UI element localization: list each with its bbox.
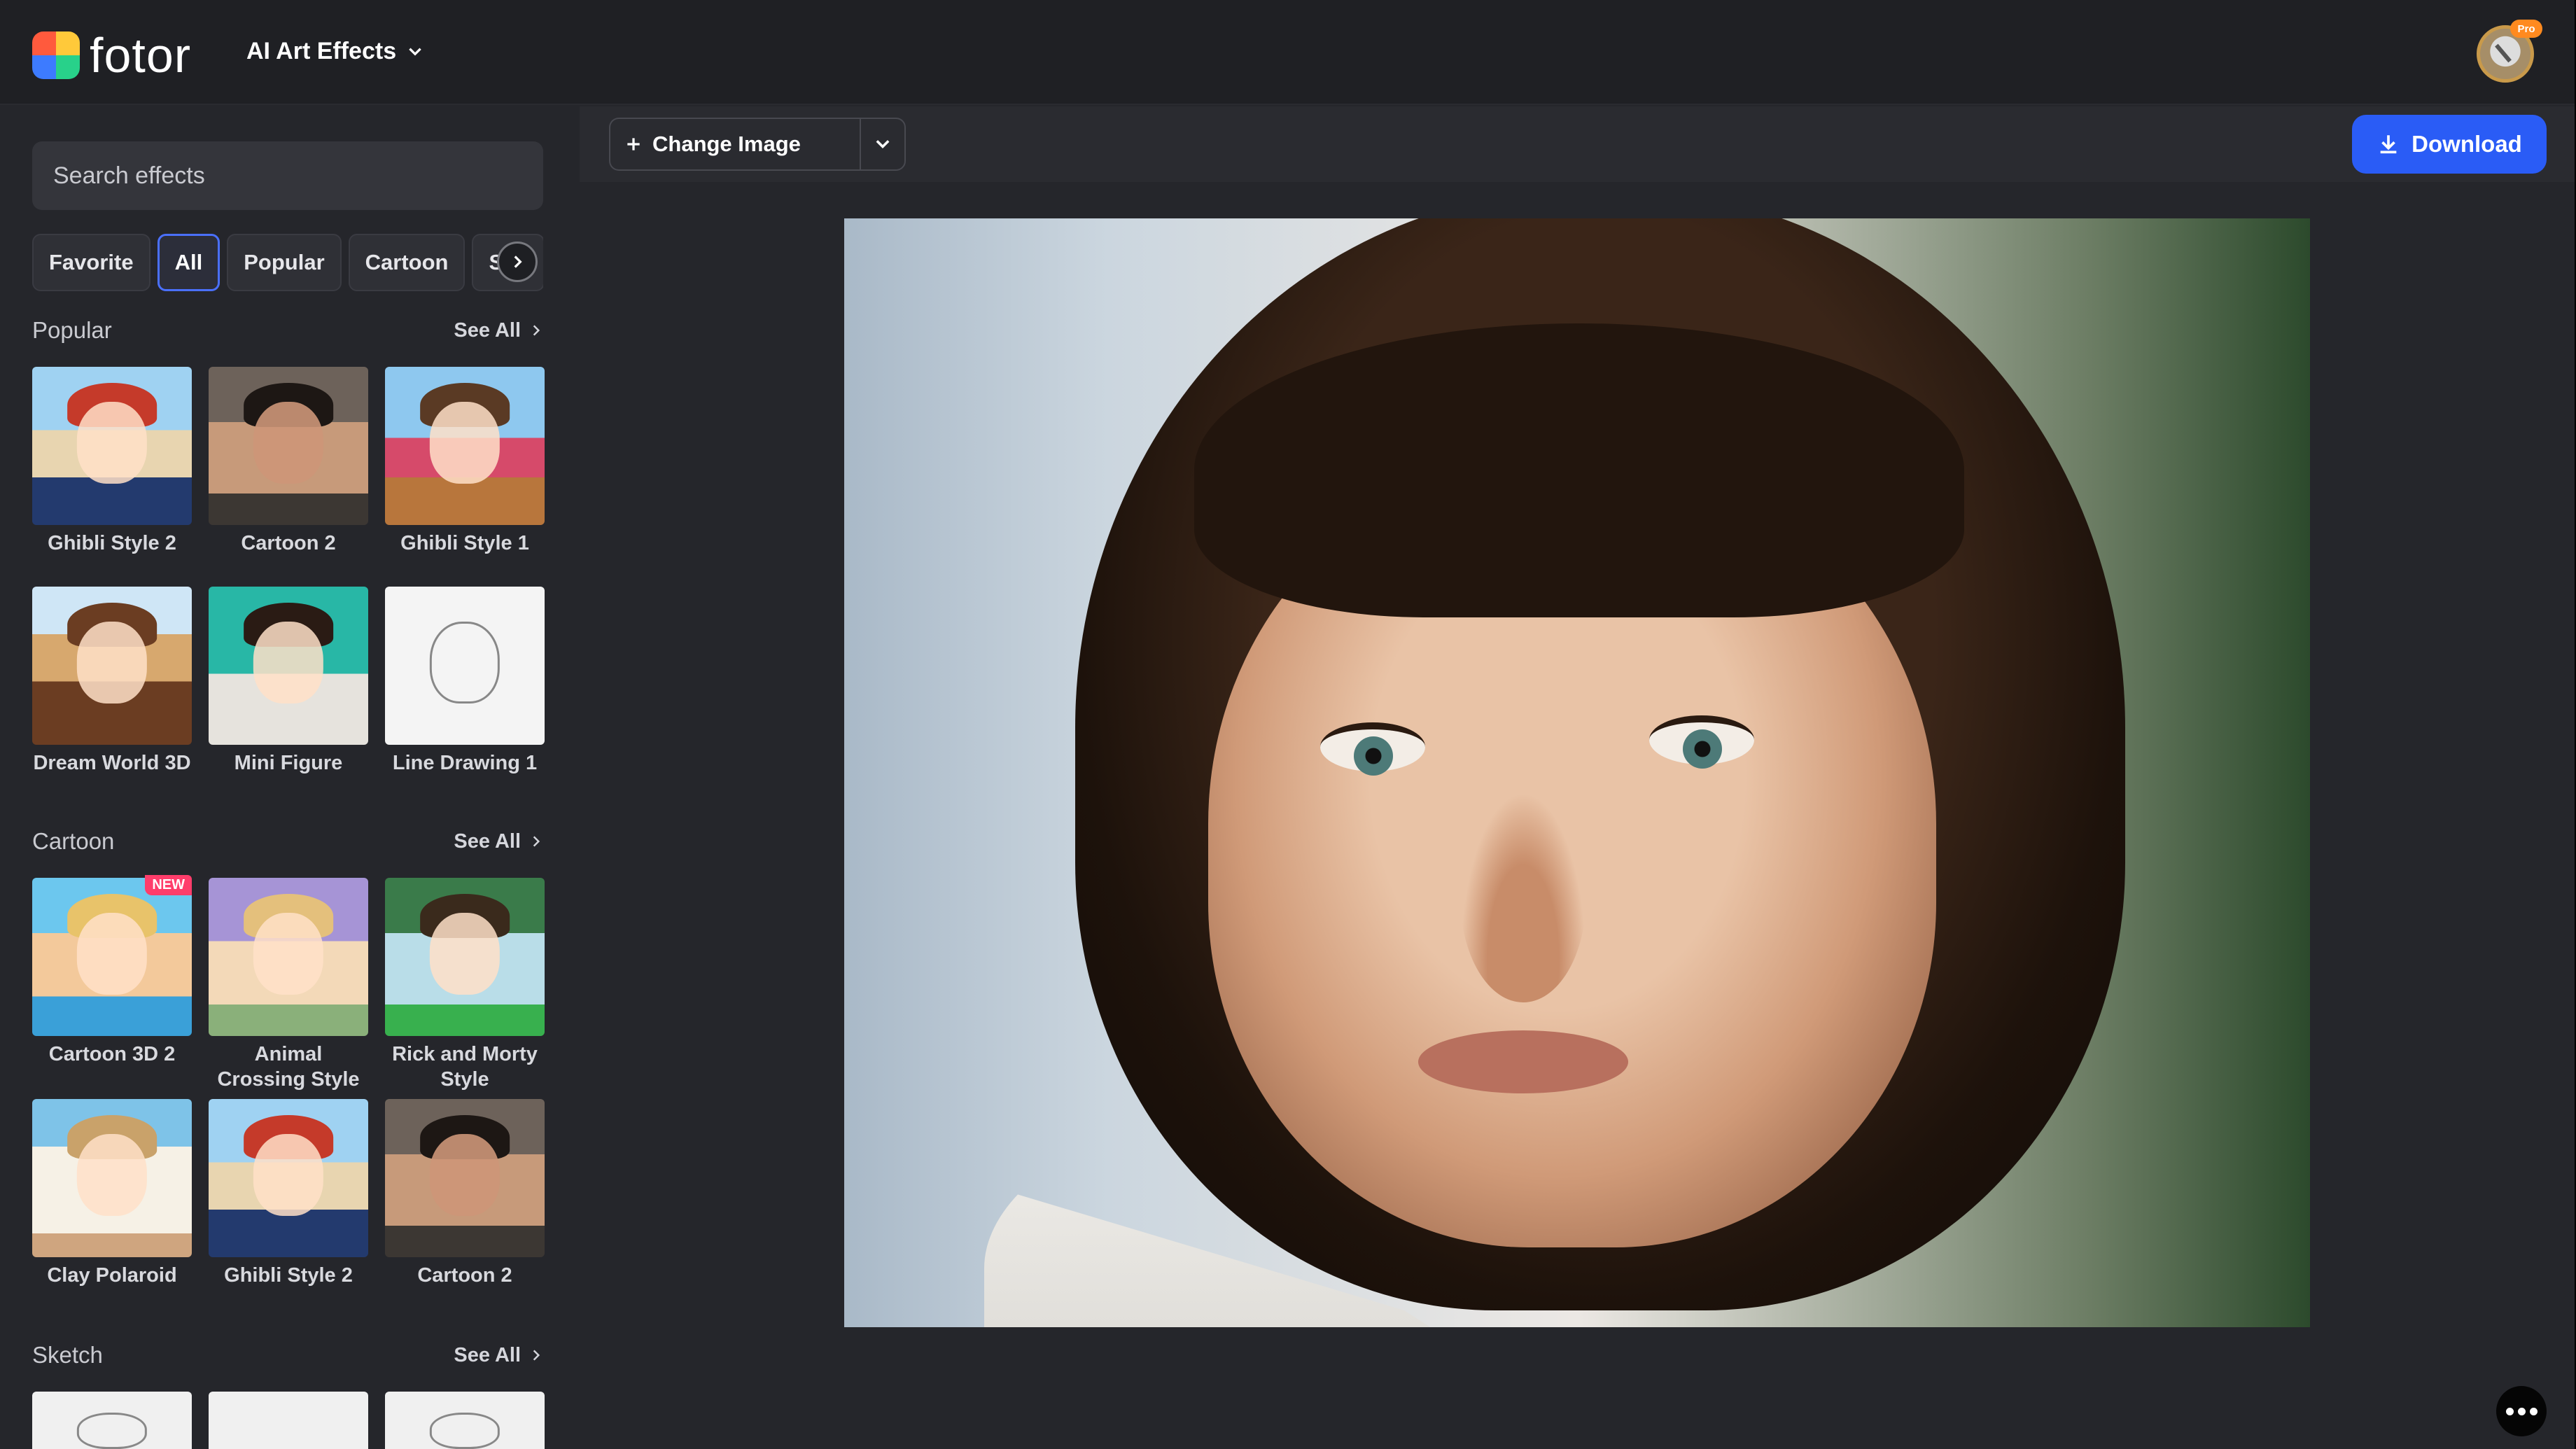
change-image-label: Change Image — [652, 132, 801, 156]
download-label: Download — [2412, 131, 2522, 157]
effect-label: Line Drawing 1 — [392, 752, 538, 774]
see-all-label: See All — [454, 1343, 521, 1366]
photo-nose — [1460, 792, 1586, 1002]
filters-scroll-right-button[interactable] — [497, 241, 538, 282]
filter-chip-popular[interactable]: Popular — [227, 234, 342, 291]
effect-card[interactable]: Line Drawing 1 — [385, 587, 545, 776]
effect-card[interactable]: Ghibli Style 2 — [32, 367, 192, 556]
effect-thumbnail — [209, 1392, 368, 1449]
canvas-area: Change Image Download — [580, 106, 2575, 1449]
filter-chips: Favorite All Popular Cartoon Ske — [32, 234, 543, 291]
new-badge: NEW — [145, 875, 192, 895]
filter-chip-favorite[interactable]: Favorite — [32, 234, 150, 291]
cartoon-section-header: Cartoon See All — [32, 827, 543, 855]
photo-left-eye — [1320, 722, 1425, 776]
photo-lips — [1418, 1030, 1628, 1093]
effect-thumbnail — [385, 1099, 545, 1257]
effect-card[interactable]: Animal Crossing Style — [209, 878, 368, 1092]
ai-art-effects-menu[interactable]: AI Art Effects — [246, 38, 424, 65]
effect-thumbnail — [385, 1392, 545, 1449]
effect-label: Clay Polaroid — [47, 1264, 177, 1287]
effect-label: Ghibli Style 2 — [224, 1264, 353, 1287]
effect-thumbnail — [209, 878, 368, 1036]
effect-card[interactable]: Mini Figure — [209, 587, 368, 776]
chevron-right-icon — [533, 1350, 540, 1361]
chevron-down-icon — [876, 140, 890, 148]
effect-thumbnail — [209, 587, 368, 745]
effect-label: Cartoon 3D 2 — [48, 1043, 176, 1065]
more-options-button[interactable] — [2496, 1386, 2547, 1436]
effect-thumbnail — [385, 367, 545, 525]
effect-card[interactable] — [385, 1392, 545, 1449]
section-title-cartoon: Cartoon — [32, 828, 115, 854]
effect-label: Animal Crossing Style — [217, 1043, 360, 1091]
see-all-popular-link[interactable]: See All — [454, 319, 543, 342]
section-title-popular: Popular — [32, 317, 112, 343]
effect-card[interactable]: Cartoon 2 — [385, 1099, 545, 1288]
logo-text: fotor — [90, 28, 192, 83]
top-bar: fotor AI Art Effects Pro — [0, 0, 2575, 105]
effect-label: Ghibli Style 1 — [400, 532, 529, 554]
effect-card[interactable]: NEW Cartoon 3D 2 — [32, 875, 192, 1092]
effect-card[interactable] — [209, 1392, 368, 1449]
section-title-sketch: Sketch — [32, 1342, 103, 1368]
popular-section-header: Popular See All — [32, 316, 543, 344]
sketch-section-header: Sketch See All — [32, 1341, 543, 1369]
menu-title-label: AI Art Effects — [246, 38, 397, 64]
effect-label: Mini Figure — [234, 752, 343, 774]
effect-thumbnail — [32, 367, 192, 525]
see-all-label: See All — [454, 318, 521, 342]
chevron-down-icon — [409, 48, 421, 56]
fotor-logo[interactable]: fotor — [32, 31, 191, 80]
logo-mark-icon — [32, 31, 80, 79]
effect-label: Cartoon 2 — [241, 532, 336, 554]
effect-thumbnail — [385, 878, 545, 1036]
see-all-sketch-link[interactable]: See All — [454, 1344, 543, 1367]
popular-effects-grid: Ghibli Style 2 Cartoon 2 Ghibli Style 1 … — [32, 367, 550, 776]
sketch-effects-grid — [32, 1392, 550, 1449]
cartoon-effects-grid: NEW Cartoon 3D 2 Animal Crossing Style R… — [32, 875, 550, 1288]
effect-thumbnail — [209, 367, 368, 525]
effect-label: Dream World 3D — [33, 752, 191, 774]
search-effects-input[interactable]: Search effects — [32, 141, 543, 210]
effect-card[interactable]: Dream World 3D — [32, 587, 192, 776]
effect-label: Ghibli Style 2 — [48, 532, 176, 554]
effect-thumbnail — [385, 587, 545, 745]
effect-thumbnail — [32, 1392, 192, 1449]
effect-card[interactable]: Ghibli Style 2 — [209, 1099, 368, 1288]
app-window: fotor AI Art Effects Pro Search effects … — [0, 0, 2575, 1449]
photo-bangs-shape — [1194, 323, 1964, 617]
effect-card[interactable]: Cartoon 2 — [209, 367, 368, 556]
change-image-dropdown-button[interactable] — [860, 118, 906, 171]
see-all-label: See All — [454, 830, 521, 853]
see-all-cartoon-link[interactable]: See All — [454, 830, 543, 853]
effect-thumbnail — [32, 587, 192, 745]
effect-thumbnail — [209, 1099, 368, 1257]
photo-right-eye — [1649, 715, 1754, 769]
change-image-button[interactable]: Change Image — [609, 118, 860, 171]
effect-thumbnail — [32, 1099, 192, 1257]
plus-icon — [627, 138, 640, 150]
canvas-toolbar: Change Image Download — [580, 106, 2575, 182]
filter-chip-all[interactable]: All — [157, 234, 220, 291]
effect-label: Cartoon 2 — [417, 1264, 512, 1287]
download-button[interactable]: Download — [2352, 115, 2547, 174]
effect-card[interactable] — [32, 1392, 192, 1449]
pro-badge: Pro — [2510, 20, 2542, 38]
chevron-right-icon — [533, 325, 540, 336]
effect-thumbnail — [32, 878, 192, 1036]
filter-chip-cartoon[interactable]: Cartoon — [348, 234, 465, 291]
more-dots-icon — [2505, 1407, 2514, 1415]
effects-sidebar: Search effects Favorite All Popular Cart… — [0, 106, 578, 1449]
effect-card[interactable]: Rick and Morty Style — [385, 878, 545, 1092]
effect-card[interactable]: Ghibli Style 1 — [385, 367, 545, 556]
download-icon — [2380, 135, 2397, 154]
edited-photo[interactable] — [844, 218, 2310, 1327]
effect-card[interactable]: Clay Polaroid — [32, 1099, 192, 1288]
chevron-right-icon — [514, 255, 522, 268]
chevron-right-icon — [533, 836, 540, 847]
effect-label: Rick and Morty Style — [392, 1043, 538, 1091]
